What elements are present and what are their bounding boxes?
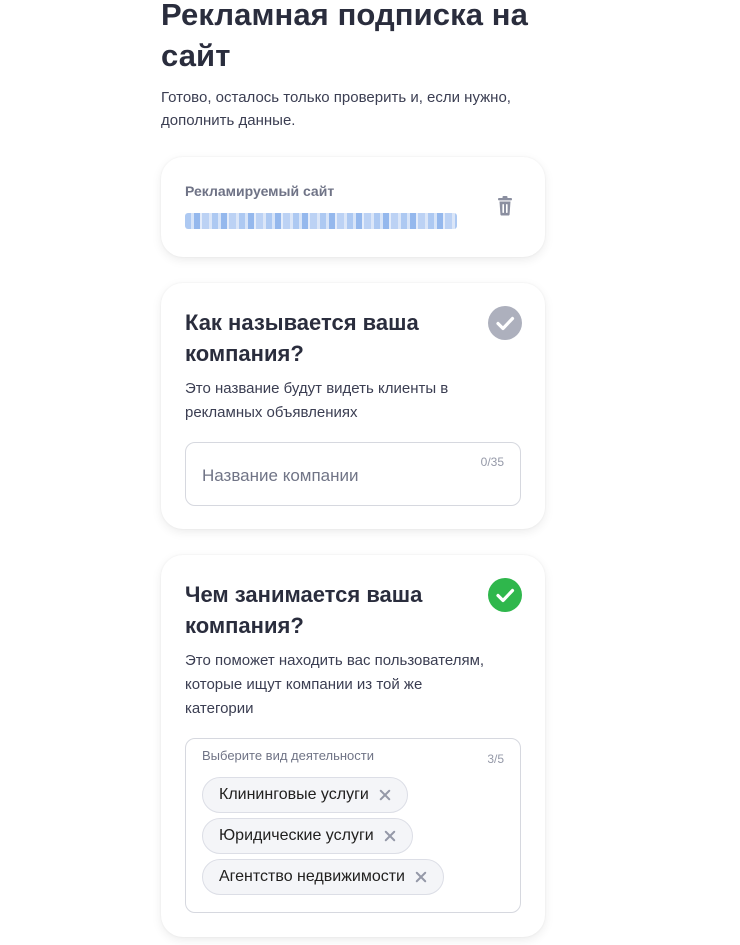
- trash-icon[interactable]: [495, 195, 515, 217]
- activity-chip: Клининговые услуги: [202, 777, 408, 813]
- check-circle-icon: [488, 578, 522, 612]
- company-name-input[interactable]: [202, 463, 462, 489]
- activity-chips: Клининговые услуги Юридические услуги Аг…: [202, 777, 512, 895]
- activity-counter: 3/5: [487, 752, 504, 766]
- advertised-site-card: Рекламируемый сайт: [161, 157, 545, 257]
- activity-chip-label: Юридические услуги: [219, 827, 374, 844]
- activity-chip: Юридические услуги: [202, 818, 413, 854]
- activity-chip: Агентство недвижимости: [202, 859, 444, 895]
- activity-chip-label: Клининговые услуги: [219, 786, 369, 803]
- page-title: Рекламная подписка на сайт: [161, 0, 528, 73]
- company-name-field[interactable]: 0/35: [185, 442, 521, 506]
- company-activity-title: Чем занимается ваша компания?: [185, 582, 423, 638]
- activity-select[interactable]: Выберите вид деятельности 3/5 Клининговы…: [185, 738, 521, 913]
- company-activity-card: Чем занимается ваша компания? Это поможе…: [161, 555, 545, 937]
- company-name-description: Это название будут видеть клиенты в рекл…: [185, 380, 449, 421]
- close-icon[interactable]: [384, 830, 396, 842]
- advertised-site-url-blurred: [185, 213, 457, 229]
- activity-select-label: Выберите вид деятельности: [202, 748, 374, 763]
- page-subtitle: Готово, осталось только проверить и, есл…: [161, 89, 511, 129]
- check-circle-icon: [488, 306, 522, 340]
- company-name-card: Как называется ваша компания? Это назван…: [161, 283, 545, 529]
- close-icon[interactable]: [415, 871, 427, 883]
- activity-chip-label: Агентство недвижимости: [219, 868, 405, 885]
- company-activity-description: Это поможет находить вас пользователям, …: [185, 652, 485, 717]
- char-counter: 0/35: [480, 455, 504, 469]
- close-icon[interactable]: [379, 789, 391, 801]
- company-name-title: Как называется ваша компания?: [185, 310, 419, 366]
- advertised-site-label: Рекламируемый сайт: [185, 183, 335, 199]
